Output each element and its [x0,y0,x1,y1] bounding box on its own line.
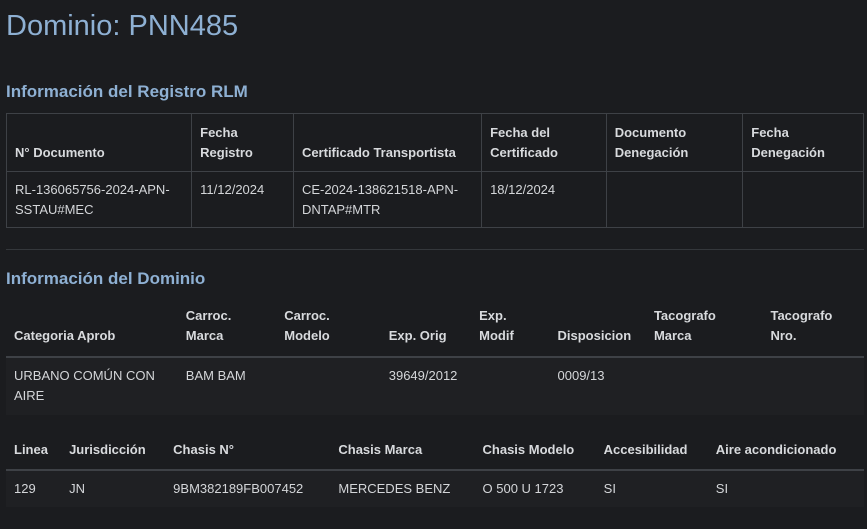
table-cell: CE-2024-138621518-APN-DNTAP#MTR [292,171,483,228]
table-cell: JN [69,481,85,496]
column-header: Carroc. Marca [177,305,277,358]
column-header: Categoria Aprob [6,305,178,358]
rlm-table: N° Documento Fecha Registro Certificado … [5,113,864,228]
column-header: Carroc. Modelo [276,305,381,358]
table-cell [646,357,763,415]
dominio-chasis-table: Linea Jurisdicción Chasis N° Chasis Marc… [6,432,864,507]
column-header: Linea [6,432,62,471]
table-cell: SI [603,481,616,496]
page-title: Dominio: PNN485 [6,10,239,42]
column-header: Fecha Registro [191,113,294,172]
table-cell: 39649/2012 [388,368,458,383]
column-header: Exp. Orig [380,305,472,358]
table-cell: 0009/13 [557,368,605,383]
table-cell: 9BM382189FB007452 [173,481,304,496]
table-row: RL-136065756-2024-APN-SSTAU#MEC 11/12/20… [5,171,864,228]
table-cell [762,357,864,415]
column-header: Fecha Denegación [742,113,864,172]
column-header: Tacografo Nro. [762,305,864,358]
column-header: Disposicion [549,305,646,358]
table-cell: SI [715,481,729,496]
table-cell: MERCEDES BENZ [338,481,451,496]
column-header: Chasis N° [165,432,331,471]
column-header: Certificado Transportista [292,113,483,172]
table-cell [471,357,549,415]
table-cell [276,357,380,415]
section-divider [6,249,864,250]
table-header-row: N° Documento Fecha Registro Certificado … [5,113,864,172]
table-cell: 11/12/2024 [191,171,294,228]
table-header-row: Linea Jurisdicción Chasis N° Chasis Marc… [6,432,864,471]
table-row: 129 JN 9BM382189FB007452 MERCEDES BENZ O… [6,470,864,507]
table-cell [605,171,744,228]
table-cell: URBANO COMÚN CON AIRE [14,368,155,403]
table-cell: RL-136065756-2024-APN-SSTAU#MEC [5,171,193,228]
table-cell: O 500 U 1723 [482,481,564,496]
table-cell: 18/12/2024 [481,171,607,228]
dominio-table: Categoria Aprob Carroc. Marca Carroc. Mo… [6,305,864,415]
column-header: Chasis Marca [330,432,475,471]
dominio-section-title: Información del Dominio [6,269,206,288]
column-header: Jurisdicción [61,432,166,471]
page: Dominio: PNN485 Información del Registro… [0,0,867,529]
column-header: N° Documento [5,113,193,172]
column-header: Exp. Modif [471,305,550,358]
column-header: Documento Denegación [605,113,744,172]
rlm-section-title: Información del Registro RLM [6,82,248,101]
table-cell [742,171,864,228]
table-cell: BAM BAM [185,368,246,383]
column-header: Chasis Modelo [474,432,596,471]
table-row: URBANO COMÚN CON AIRE BAM BAM 39649/2012… [6,357,864,415]
table-cell: 129 [14,481,36,496]
table-header-row: Categoria Aprob Carroc. Marca Carroc. Mo… [6,305,864,358]
column-header: Fecha del Certificado [481,113,607,172]
column-header: Accesibilidad [595,432,708,471]
column-header: Aire acondicionado [707,432,864,471]
column-header: Tacografo Marca [645,305,763,358]
